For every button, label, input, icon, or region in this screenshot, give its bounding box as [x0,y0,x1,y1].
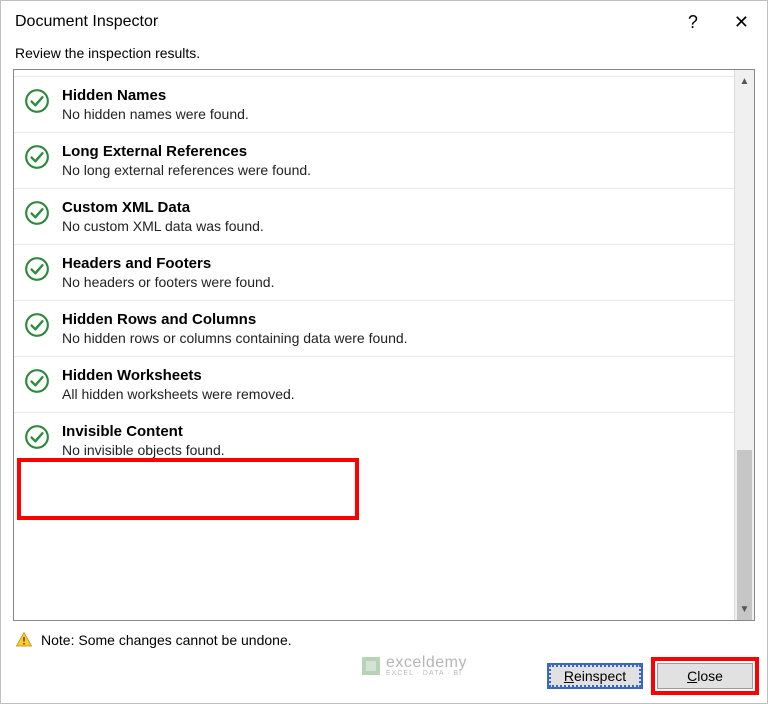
help-button[interactable]: ? [688,13,698,31]
result-headers-and-footers: Headers and Footers No headers or footer… [14,244,734,300]
scroll-down-arrow-icon[interactable]: ▼ [735,598,754,620]
dialog-title: Document Inspector [15,13,158,31]
instruction-text: Review the inspection results. [1,41,767,69]
checkmark-icon [24,200,50,226]
checkmark-icon [24,144,50,170]
result-desc: All hidden worksheets were removed. [62,386,722,402]
scroll-up-arrow-icon[interactable]: ▲ [735,70,754,92]
result-title: Hidden Rows and Columns [62,311,722,328]
result-long-external-references: Long External References No long externa… [14,132,734,188]
checkmark-icon [24,88,50,114]
close-button[interactable]: Close [657,663,753,689]
result-title: Custom XML Data [62,199,722,216]
checkmark-icon [24,368,50,394]
result-hidden-names: Hidden Names No hidden names were found. [14,76,734,132]
checkmark-icon [24,312,50,338]
result-desc: No custom XML data was found. [62,218,722,234]
result-desc: No hidden rows or columns containing dat… [62,330,722,346]
results-pane: Hidden Names No hidden names were found.… [13,69,755,621]
result-desc: No invisible objects found. [62,442,722,458]
result-title: Hidden Worksheets [62,367,722,384]
result-desc: No hidden names were found. [62,106,722,122]
checkmark-icon [24,424,50,450]
result-hidden-worksheets: Hidden Worksheets All hidden worksheets … [14,356,734,412]
reinspect-button[interactable]: Reinspect [547,663,643,689]
result-title: Headers and Footers [62,255,722,272]
result-title: Long External References [62,143,722,160]
result-invisible-content: Invisible Content No invisible objects f… [14,412,734,468]
button-row: Reinspect Close [15,663,753,689]
titlebar: Document Inspector ? ✕ [1,1,767,41]
footer-note-text: Note: Some changes cannot be undone. [41,632,292,648]
titlebar-close-button[interactable]: ✕ [728,11,755,33]
result-desc: No headers or footers were found. [62,274,722,290]
result-custom-xml-data: Custom XML Data No custom XML data was f… [14,188,734,244]
result-title: Invisible Content [62,423,722,440]
scroll-thumb[interactable] [737,450,752,620]
result-hidden-rows-and-columns: Hidden Rows and Columns No hidden rows o… [14,300,734,356]
dialog-footer: Note: Some changes cannot be undone. Rei… [1,621,767,703]
footer-note: Note: Some changes cannot be undone. [15,631,753,649]
result-desc: No long external references were found. [62,162,722,178]
scrollbar[interactable]: ▲ ▼ [734,70,754,620]
checkmark-icon [24,256,50,282]
result-title: Hidden Names [62,87,722,104]
document-inspector-dialog: Document Inspector ? ✕ Review the inspec… [0,0,768,704]
warning-icon [15,631,33,649]
titlebar-controls: ? ✕ [688,11,755,33]
results-list: Hidden Names No hidden names were found.… [14,70,734,620]
